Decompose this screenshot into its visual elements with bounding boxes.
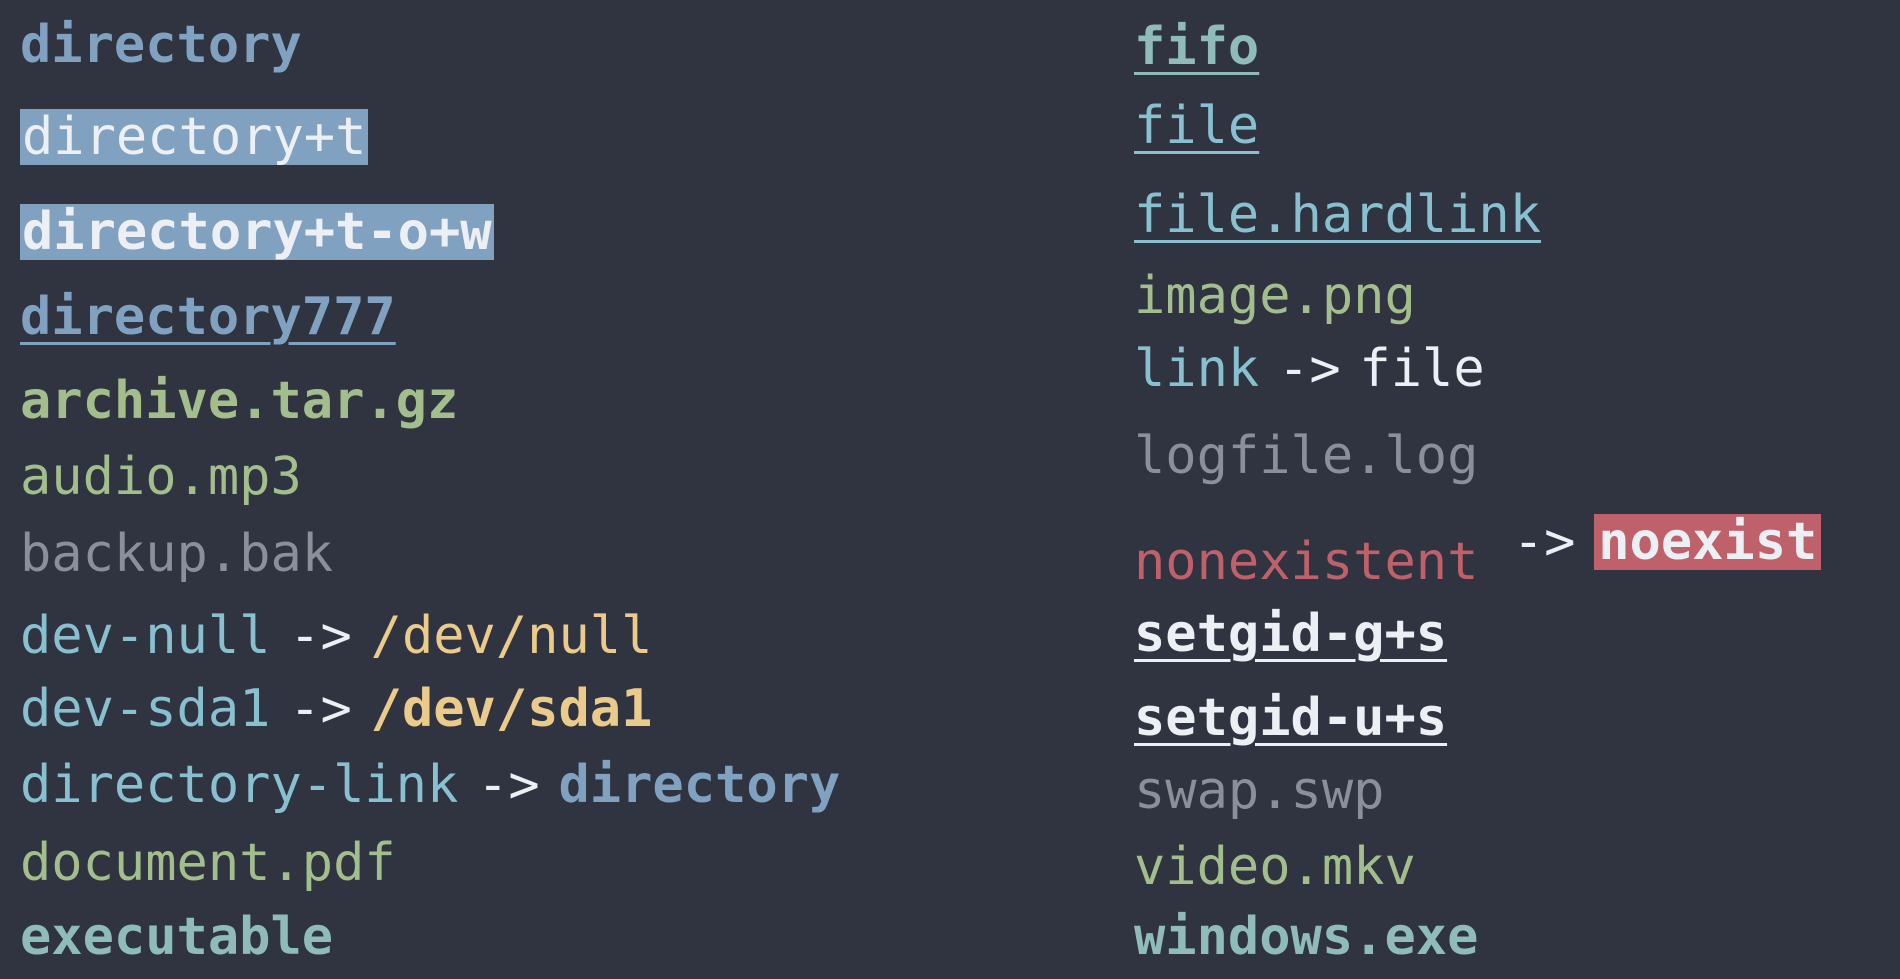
file-name: executable <box>20 907 334 967</box>
link-target: /dev/sda1 <box>370 679 653 739</box>
list-item[interactable]: dev-null -> /dev/null <box>20 605 652 667</box>
list-item[interactable]: directory+t-o+w <box>20 201 494 263</box>
file-name: fifo <box>1134 17 1260 77</box>
link-arrow: -> <box>1278 339 1341 399</box>
list-item[interactable]: directory777 <box>20 286 396 348</box>
file-name: file <box>1134 96 1260 156</box>
list-item[interactable]: video.mkv <box>1134 836 1416 898</box>
file-name: dev-null <box>20 606 271 666</box>
list-item[interactable]: directory+t <box>20 106 369 168</box>
list-item[interactable]: document.pdf <box>20 832 396 894</box>
file-name: dev-sda1 <box>20 679 271 739</box>
file-name: swap.swp <box>1134 761 1385 821</box>
file-name: directory+t <box>20 107 369 167</box>
file-name: nonexistent <box>1134 532 1479 592</box>
file-name: archive.tar.gz <box>20 371 459 431</box>
link-arrow: -> <box>477 755 540 815</box>
file-name: setgid-g+s <box>1134 604 1448 664</box>
file-name: setgid-u+s <box>1134 688 1448 748</box>
list-item[interactable]: audio.mp3 <box>20 446 302 508</box>
list-item[interactable]: backup.bak <box>20 523 333 585</box>
list-item[interactable]: link -> file <box>1134 338 1485 400</box>
link-arrow: -> <box>1512 512 1576 572</box>
list-item[interactable]: image.png <box>1134 265 1416 327</box>
link-target: directory <box>558 755 841 815</box>
file-name: directory+t-o+w <box>20 202 494 262</box>
file-name: audio.mp3 <box>20 447 302 507</box>
file-name: directory-link <box>20 755 459 815</box>
file-name: document.pdf <box>20 833 396 893</box>
file-name: file.hardlink <box>1134 185 1541 245</box>
list-item[interactable]: executable <box>20 906 333 968</box>
list-item[interactable]: setgid-u+s <box>1134 687 1447 749</box>
file-name: directory777 <box>20 287 396 347</box>
list-item[interactable]: archive.tar.gz <box>20 370 458 432</box>
list-item[interactable]: nonexistent -> noexist <box>1134 511 1822 588</box>
list-item[interactable]: windows.exe <box>1134 906 1478 968</box>
file-name: link <box>1134 339 1260 399</box>
link-target: file <box>1359 339 1485 399</box>
list-item[interactable]: directory <box>20 14 302 76</box>
list-item[interactable]: swap.swp <box>1134 760 1384 822</box>
link-target: noexist <box>1594 514 1822 570</box>
list-item[interactable]: file.hardlink <box>1134 184 1541 246</box>
list-item[interactable]: dev-sda1 -> /dev/sda1 <box>20 678 652 740</box>
link-arrow: -> <box>289 606 352 666</box>
list-item[interactable]: logfile.log <box>1134 425 1478 487</box>
list-item[interactable]: file <box>1134 95 1259 157</box>
link-target: /dev/null <box>370 606 653 666</box>
file-name: windows.exe <box>1134 907 1479 967</box>
file-name: directory <box>20 15 302 75</box>
list-item[interactable]: setgid-g+s <box>1134 603 1447 665</box>
file-name: logfile.log <box>1134 426 1479 486</box>
link-arrow: -> <box>289 679 352 739</box>
list-item[interactable]: directory-link -> directory <box>20 754 840 816</box>
file-name: image.png <box>1134 266 1416 326</box>
file-name: video.mkv <box>1134 837 1416 897</box>
list-item[interactable]: fifo <box>1134 16 1259 78</box>
file-name: backup.bak <box>20 524 334 584</box>
